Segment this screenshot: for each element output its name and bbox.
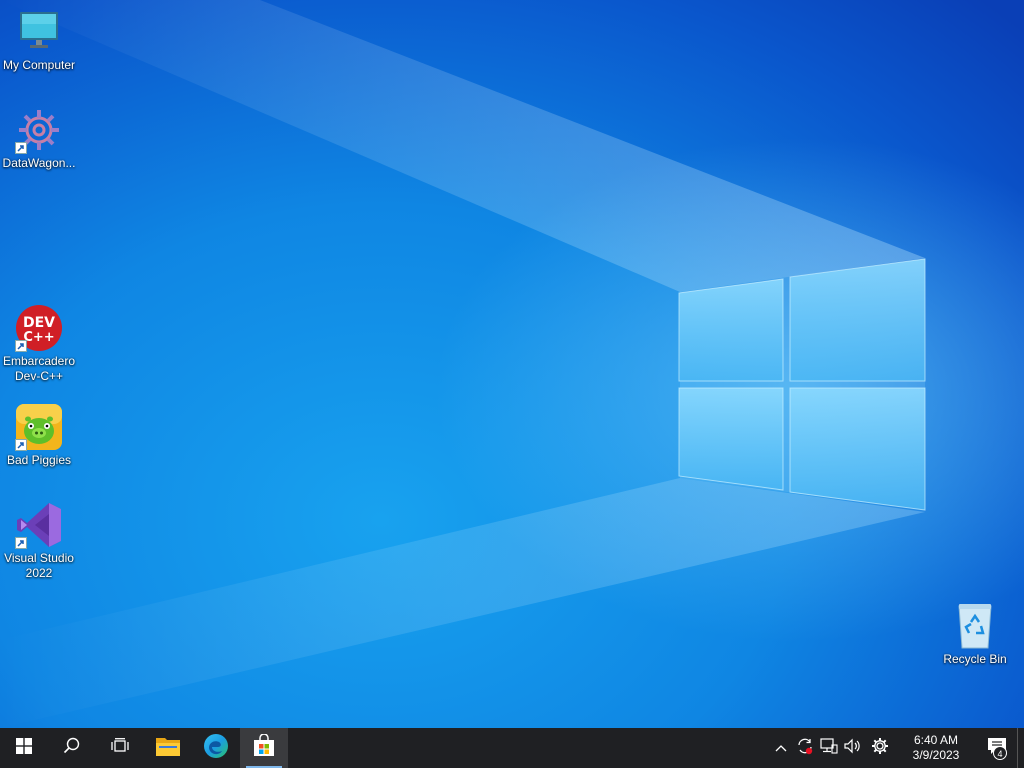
desktop-background[interactable]: My Computer DataWagon... DEV C++ Embarca…: [0, 0, 1024, 728]
desktop-icon-label: My Computer: [2, 58, 76, 72]
chevron-up-icon: [775, 739, 787, 757]
action-center-button[interactable]: 4: [977, 728, 1017, 768]
desktop-icon-label: Recycle Bin: [943, 652, 1007, 666]
desktop-icon-label: Visual Studio 2022: [4, 551, 74, 580]
recycle-bin-icon: [951, 602, 999, 650]
pig-icon: [15, 403, 63, 451]
my-computer-desktop-icon[interactable]: My Computer: [0, 8, 78, 73]
task-view-button[interactable]: [96, 728, 144, 768]
volume-tray-button[interactable]: [841, 728, 865, 768]
sync-tray-button[interactable]: [793, 728, 817, 768]
show-hidden-icons-button[interactable]: [769, 728, 793, 768]
taskbar: 6:40 AM 3/9/2023 4: [0, 728, 1024, 768]
clock-time: 6:40 AM: [913, 733, 959, 747]
windows-logo-icon: [16, 737, 32, 759]
file-explorer-taskbar-button[interactable]: [144, 728, 192, 768]
store-icon: [252, 732, 276, 763]
gear-network-icon: [15, 106, 63, 154]
visual-studio-desktop-icon[interactable]: Visual Studio 2022: [0, 501, 78, 581]
search-icon: [63, 737, 81, 760]
bad-piggies-desktop-icon[interactable]: Bad Piggies: [0, 403, 78, 468]
shortcut-arrow-icon: [15, 142, 27, 154]
show-desktop-button[interactable]: [1017, 728, 1024, 768]
taskbar-clock[interactable]: 6:40 AM 3/9/2023: [901, 733, 971, 763]
notification-count-badge: 4: [993, 746, 1007, 760]
sync-icon: [796, 737, 814, 760]
settings-tray-button[interactable]: [865, 728, 895, 768]
shortcut-arrow-icon: [15, 537, 27, 549]
svg-text:C++: C++: [23, 330, 54, 345]
search-button[interactable]: [48, 728, 96, 768]
start-button[interactable]: [0, 728, 48, 768]
dev-cpp-icon: DEV C++: [15, 304, 63, 352]
settings-icon: [871, 737, 889, 760]
system-tray: 6:40 AM 3/9/2023 4: [769, 728, 1024, 768]
desktop-icon-label: DataWagon...: [2, 156, 76, 170]
shortcut-arrow-icon: [15, 439, 27, 451]
network-tray-button[interactable]: [817, 728, 841, 768]
monitor-icon: [15, 8, 63, 56]
dev-cpp-desktop-icon[interactable]: DEV C++ Embarcadero Dev-C++: [0, 304, 78, 384]
edge-icon: [203, 733, 229, 764]
volume-icon: [844, 738, 862, 759]
visual-studio-icon: [15, 501, 63, 549]
edge-taskbar-button[interactable]: [192, 728, 240, 768]
store-taskbar-button[interactable]: [240, 728, 288, 768]
svg-text:DEV: DEV: [23, 315, 55, 331]
folder-icon: [155, 735, 181, 762]
shortcut-arrow-icon: [15, 340, 27, 352]
datawagon-desktop-icon[interactable]: DataWagon...: [0, 106, 78, 171]
clock-date: 3/9/2023: [912, 748, 960, 762]
network-icon: [820, 737, 838, 759]
windows-wallpaper-logo: [0, 0, 926, 728]
desktop-icon-label: Embarcadero Dev-C++: [2, 354, 76, 383]
desktop-icon-label: Bad Piggies: [6, 453, 72, 467]
recycle-bin-desktop-icon[interactable]: Recycle Bin: [936, 602, 1014, 667]
task-view-icon: [111, 737, 129, 759]
